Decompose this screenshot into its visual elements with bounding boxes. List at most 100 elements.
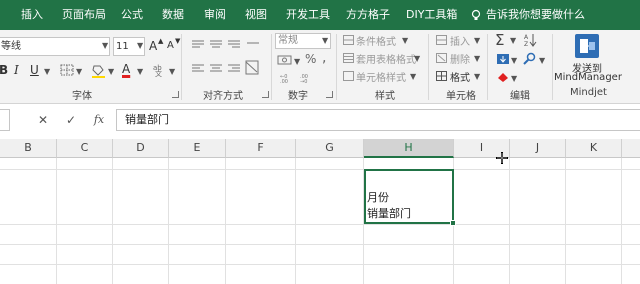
- svg-text:文: 文: [155, 69, 162, 77]
- enter-icon[interactable]: ✓: [62, 109, 80, 131]
- gridline: [565, 158, 566, 284]
- shrink-font-button[interactable]: A: [167, 40, 174, 51]
- currency-icon[interactable]: [277, 54, 293, 66]
- svg-text:Z: Z: [524, 41, 528, 47]
- find-select-icon[interactable]: [523, 52, 537, 66]
- chevron-down-icon[interactable]: ▼: [511, 74, 517, 83]
- chevron-down-icon[interactable]: ▼: [108, 67, 114, 76]
- tab-review[interactable]: 审阅: [204, 0, 226, 30]
- autosum-button[interactable]: Σ: [495, 31, 504, 49]
- chevron-down-icon[interactable]: ▼: [294, 57, 300, 66]
- tab-view[interactable]: 视图: [245, 0, 267, 30]
- chevron-down-icon[interactable]: ▼: [539, 56, 545, 65]
- chevron-down-icon[interactable]: ▼: [137, 41, 143, 50]
- tab-data[interactable]: 数据: [162, 0, 184, 30]
- chevron-down-icon[interactable]: ▼: [474, 54, 480, 63]
- chevron-down-icon[interactable]: ▼: [76, 67, 82, 76]
- tab-fangfang[interactable]: 方方格子: [346, 0, 390, 30]
- fill-handle[interactable]: [450, 220, 456, 226]
- group-divider: [271, 34, 272, 100]
- column-header-g[interactable]: G: [296, 139, 364, 158]
- lightbulb-icon: [471, 9, 481, 20]
- fill-color-icon[interactable]: [91, 64, 107, 78]
- column-header-d[interactable]: D: [113, 139, 169, 158]
- formula-input[interactable]: 销量部门: [116, 109, 640, 131]
- group-label-alignment: 对齐方式: [203, 91, 243, 102]
- chevron-down-icon[interactable]: ▼: [510, 36, 516, 45]
- decimal-icon[interactable]: ←0 .00 .00 →0: [280, 72, 320, 84]
- tab-developer[interactable]: 开发工具: [286, 0, 330, 30]
- group-divider: [181, 34, 182, 100]
- gridline: [295, 158, 296, 284]
- chevron-down-icon[interactable]: ▼: [169, 67, 175, 76]
- ribbon-tab-bar: 插入 页面布局 公式 数据 审阅 视图 开发工具 方方格子 DIY工具箱 告诉我…: [0, 0, 640, 30]
- gridline: [0, 169, 640, 170]
- phonetic-icon[interactable]: ab 文: [152, 63, 168, 77]
- column-header-e[interactable]: E: [169, 139, 226, 158]
- sort-filter-icon[interactable]: A Z: [524, 33, 542, 47]
- group-divider: [428, 34, 429, 100]
- chevron-down-icon[interactable]: ▼: [137, 67, 143, 76]
- mindmanager-button[interactable]: MindManager: [554, 72, 622, 83]
- chevron-down-icon[interactable]: ▼: [402, 36, 408, 45]
- chevron-down-icon[interactable]: ▼: [102, 41, 108, 50]
- group-label-editing: 编辑: [510, 91, 530, 102]
- name-box[interactable]: [0, 109, 10, 131]
- tab-formulas[interactable]: 公式: [121, 0, 143, 30]
- column-header-b[interactable]: B: [0, 139, 57, 158]
- tab-diy-toolbox[interactable]: DIY工具箱: [406, 0, 457, 30]
- comma-button[interactable]: ,: [322, 50, 326, 66]
- grow-font-button[interactable]: A: [149, 39, 157, 53]
- ribbon: 等线 ▼ 11 ▼ A ▲ A ▼ B I U ▼ ▼ ▼ A ▼ ab 文 ▼…: [0, 30, 640, 104]
- dialog-launcher-icon[interactable]: [172, 91, 179, 98]
- tab-page-layout[interactable]: 页面布局: [62, 0, 106, 30]
- column-header-h[interactable]: H: [364, 139, 454, 158]
- conditional-format-icon: [343, 35, 354, 45]
- cell-style-button[interactable]: 单元格样式: [356, 69, 406, 84]
- formula-bar: ✕ ✓ fx 销量部门: [0, 108, 640, 132]
- chevron-down-icon[interactable]: ▼: [511, 56, 517, 65]
- insert-cells-button[interactable]: 插入: [450, 33, 470, 48]
- cell-style-icon: [343, 71, 354, 81]
- group-label-cells: 单元格: [446, 91, 476, 102]
- chevron-down-icon[interactable]: ▼: [44, 67, 50, 76]
- alignment-buttons-icon[interactable]: [191, 38, 261, 78]
- gridline: [0, 264, 640, 265]
- gridline: [225, 158, 226, 284]
- format-cells-button[interactable]: 格式: [450, 69, 470, 84]
- table-format-icon: [343, 53, 354, 63]
- bold-button[interactable]: B: [0, 63, 8, 77]
- table-format-button[interactable]: 套用表格格式: [356, 51, 416, 66]
- conditional-format-button[interactable]: 条件格式: [356, 33, 396, 48]
- tab-insert[interactable]: 插入: [21, 0, 43, 30]
- font-name-box[interactable]: 等线: [0, 37, 110, 56]
- chevron-down-icon[interactable]: ▼: [410, 72, 416, 81]
- dialog-launcher-icon[interactable]: [326, 91, 333, 98]
- italic-button[interactable]: I: [14, 63, 19, 77]
- chevron-down-icon[interactable]: ▼: [474, 36, 480, 45]
- group-divider: [336, 34, 337, 100]
- insert-function-icon[interactable]: fx: [90, 109, 108, 131]
- chevron-down-icon[interactable]: ▼: [414, 54, 420, 63]
- tell-me-search[interactable]: 告诉我你想要做什么: [486, 0, 585, 30]
- font-color-button[interactable]: A: [122, 62, 130, 76]
- delete-cells-button[interactable]: 删除: [450, 51, 470, 66]
- underline-button[interactable]: U: [30, 63, 39, 77]
- clear-icon[interactable]: [496, 71, 510, 83]
- percent-button[interactable]: %: [305, 52, 316, 66]
- gridline: [509, 158, 510, 284]
- fill-down-icon[interactable]: [496, 53, 510, 65]
- column-header-f[interactable]: F: [226, 139, 296, 158]
- column-header-c[interactable]: C: [57, 139, 113, 158]
- border-icon[interactable]: [60, 64, 74, 76]
- delete-cells-icon: [436, 53, 447, 63]
- chevron-down-icon[interactable]: ▼: [474, 72, 480, 81]
- dialog-launcher-icon[interactable]: [262, 91, 269, 98]
- column-header-k[interactable]: K: [566, 139, 622, 158]
- chevron-down-icon[interactable]: ▼: [322, 36, 328, 45]
- gridline: [621, 158, 622, 284]
- svg-text:.00: .00: [280, 79, 288, 84]
- column-header-next[interactable]: [622, 139, 640, 158]
- column-header-j[interactable]: J: [510, 139, 566, 158]
- cancel-icon[interactable]: ✕: [34, 109, 52, 131]
